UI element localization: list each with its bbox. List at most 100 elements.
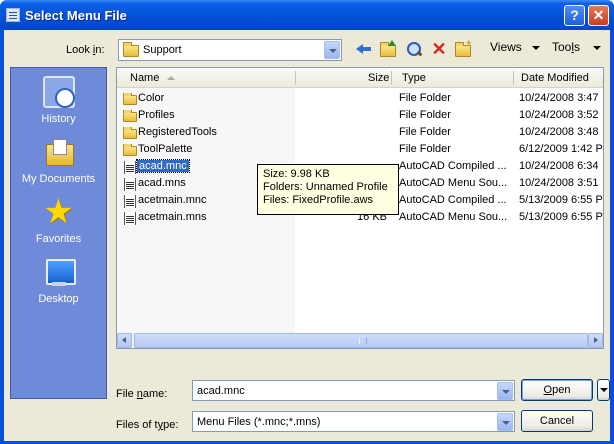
- file-date-cell: 5/13/2009 6:55 P: [519, 194, 603, 206]
- file-name-cell[interactable]: Color: [138, 92, 164, 104]
- places-desktop[interactable]: Desktop: [11, 256, 106, 305]
- views-dropdown-arrow-icon[interactable]: [532, 46, 540, 50]
- chevron-down-icon[interactable]: [497, 413, 513, 431]
- file-name-cell[interactable]: acad.mns: [138, 177, 186, 189]
- file-row[interactable]: RegisteredTools File Folder 10/24/2008 3:4…: [117, 124, 603, 141]
- chevron-down-icon[interactable]: [324, 41, 340, 59]
- folder-icon: [122, 144, 138, 157]
- scroll-left-arrow-icon[interactable]: [117, 333, 132, 348]
- up-one-level-icon[interactable]: [379, 40, 399, 58]
- file-row[interactable]: Color File Folder 10/24/2008 3:47: [117, 90, 603, 107]
- menu-file-icon: [122, 178, 138, 191]
- cancel-button[interactable]: Cancel: [521, 410, 593, 432]
- menu-file-icon: [122, 161, 138, 174]
- create-new-folder-icon[interactable]: [454, 38, 474, 58]
- file-date-cell: 6/12/2009 1:42 P: [519, 143, 603, 155]
- file-type-value: Menu Files (*.mnc;*.mns): [197, 416, 321, 428]
- tooltip-size: Size: 9.98 KB: [263, 168, 330, 180]
- horizontal-scrollbar[interactable]: [117, 333, 603, 348]
- tools-dropdown-arrow-icon[interactable]: [593, 46, 601, 50]
- places-my-documents[interactable]: My Documents: [11, 136, 106, 185]
- file-row[interactable]: ToolPalette File Folder 6/12/2009 1:42 P: [117, 141, 603, 158]
- help-button[interactable]: ?: [564, 5, 585, 26]
- folder-icon: [123, 93, 137, 105]
- column-header-size[interactable]: Size: [368, 72, 389, 84]
- places-my-documents-label: My Documents: [21, 173, 96, 185]
- file-name-cell[interactable]: acad.mnc: [136, 159, 190, 173]
- file-date-cell: 10/24/2008 3:52: [519, 109, 599, 121]
- file-row[interactable]: Profiles File Folder 10/24/2008 3:52: [117, 107, 603, 124]
- look-in-dropdown[interactable]: Support: [118, 39, 342, 61]
- search-web-icon[interactable]: [404, 40, 424, 58]
- column-header-row: Name Size Type Date Modified: [117, 68, 603, 88]
- places-history[interactable]: History: [11, 76, 106, 125]
- file-type-cell: AutoCAD Menu Sou...: [399, 211, 508, 223]
- look-in-label: Look in:: [66, 44, 105, 56]
- scrollbar-grip: [359, 338, 367, 344]
- scrollbar-thumb[interactable]: [134, 333, 588, 348]
- tooltip-folders: Folders: Unnamed Profile: [263, 181, 388, 193]
- document-icon: [124, 178, 136, 191]
- document-icon: [124, 212, 136, 225]
- favorites-star-icon: ★: [43, 193, 74, 231]
- app-icon: [6, 8, 20, 22]
- open-options-dropdown-icon[interactable]: [597, 379, 610, 401]
- history-icon: [42, 76, 75, 108]
- column-divider[interactable]: [391, 71, 392, 85]
- file-date-cell: 10/24/2008 6:34: [519, 160, 599, 172]
- places-favorites-label: Favorites: [35, 233, 82, 245]
- column-header-date-modified[interactable]: Date Modified: [521, 72, 589, 84]
- document-icon: [124, 161, 136, 174]
- column-header-name[interactable]: Name: [130, 72, 159, 84]
- file-type-cell: File Folder: [399, 126, 451, 138]
- desktop-icon: [43, 256, 76, 288]
- open-button[interactable]: Open: [521, 379, 593, 401]
- file-name-cell[interactable]: RegisteredTools: [138, 126, 217, 138]
- folder-icon: [123, 110, 137, 122]
- look-in-value: Support: [143, 44, 182, 56]
- file-name-cell[interactable]: Profiles: [138, 109, 175, 121]
- views-menu[interactable]: Views: [490, 40, 522, 54]
- folder-icon: [122, 127, 138, 140]
- column-divider[interactable]: [513, 71, 514, 85]
- file-type-cell: AutoCAD Compiled ...: [399, 160, 507, 172]
- dialog-body: Look in: Support ✕ Views Tools History M…: [4, 30, 610, 441]
- back-icon[interactable]: [354, 40, 374, 58]
- file-type-dropdown[interactable]: Menu Files (*.mnc;*.mns): [192, 411, 515, 432]
- file-type-cell: File Folder: [399, 92, 451, 104]
- file-name-combo[interactable]: acad.mnc: [192, 380, 515, 401]
- file-date-cell: 10/24/2008 3:51: [519, 177, 599, 189]
- tools-menu[interactable]: Tools: [552, 40, 580, 54]
- my-documents-icon: [43, 136, 75, 168]
- file-name-cell[interactable]: acetmain.mnc: [138, 194, 206, 206]
- file-type-cell: File Folder: [399, 109, 451, 121]
- chevron-down-icon[interactable]: [497, 382, 513, 400]
- look-in-label-text: Look in:: [66, 44, 105, 56]
- file-name-cell[interactable]: ToolPalette: [138, 143, 192, 155]
- delete-icon[interactable]: ✕: [429, 40, 449, 58]
- column-header-type[interactable]: Type: [402, 72, 426, 84]
- file-date-cell: 5/13/2009 6:55 P: [519, 211, 603, 223]
- file-name-label: File name:: [116, 388, 168, 400]
- title-bar[interactable]: Select Menu File ? ✕: [0, 0, 614, 30]
- folder-icon: [123, 144, 137, 156]
- file-name-cell[interactable]: acetmain.mns: [138, 211, 206, 223]
- places-favorites[interactable]: ★ Favorites: [11, 193, 106, 245]
- file-date-cell: 10/24/2008 3:47: [519, 92, 599, 104]
- dialog-window: Select Menu File ? ✕ Look in: Support ✕ …: [0, 0, 614, 444]
- column-divider[interactable]: [295, 71, 296, 85]
- file-type-cell: File Folder: [399, 143, 451, 155]
- file-type-cell: AutoCAD Menu Sou...: [399, 177, 508, 189]
- file-name-value[interactable]: acad.mnc: [197, 385, 245, 397]
- document-icon: [124, 195, 136, 208]
- scroll-right-arrow-icon[interactable]: [588, 333, 603, 348]
- close-button[interactable]: ✕: [588, 5, 609, 26]
- tooltip-files: Files: FixedProfile.aws: [263, 194, 374, 206]
- folder-icon: [123, 42, 139, 57]
- file-date-cell: 10/24/2008 3:48: [519, 126, 599, 138]
- menu-file-icon: [122, 195, 138, 208]
- file-type-label: Files of type:: [116, 419, 179, 431]
- places-bar: History My Documents ★ Favorites Desktop: [10, 67, 107, 399]
- places-desktop-label: Desktop: [38, 293, 79, 305]
- window-title: Select Menu File: [25, 8, 127, 23]
